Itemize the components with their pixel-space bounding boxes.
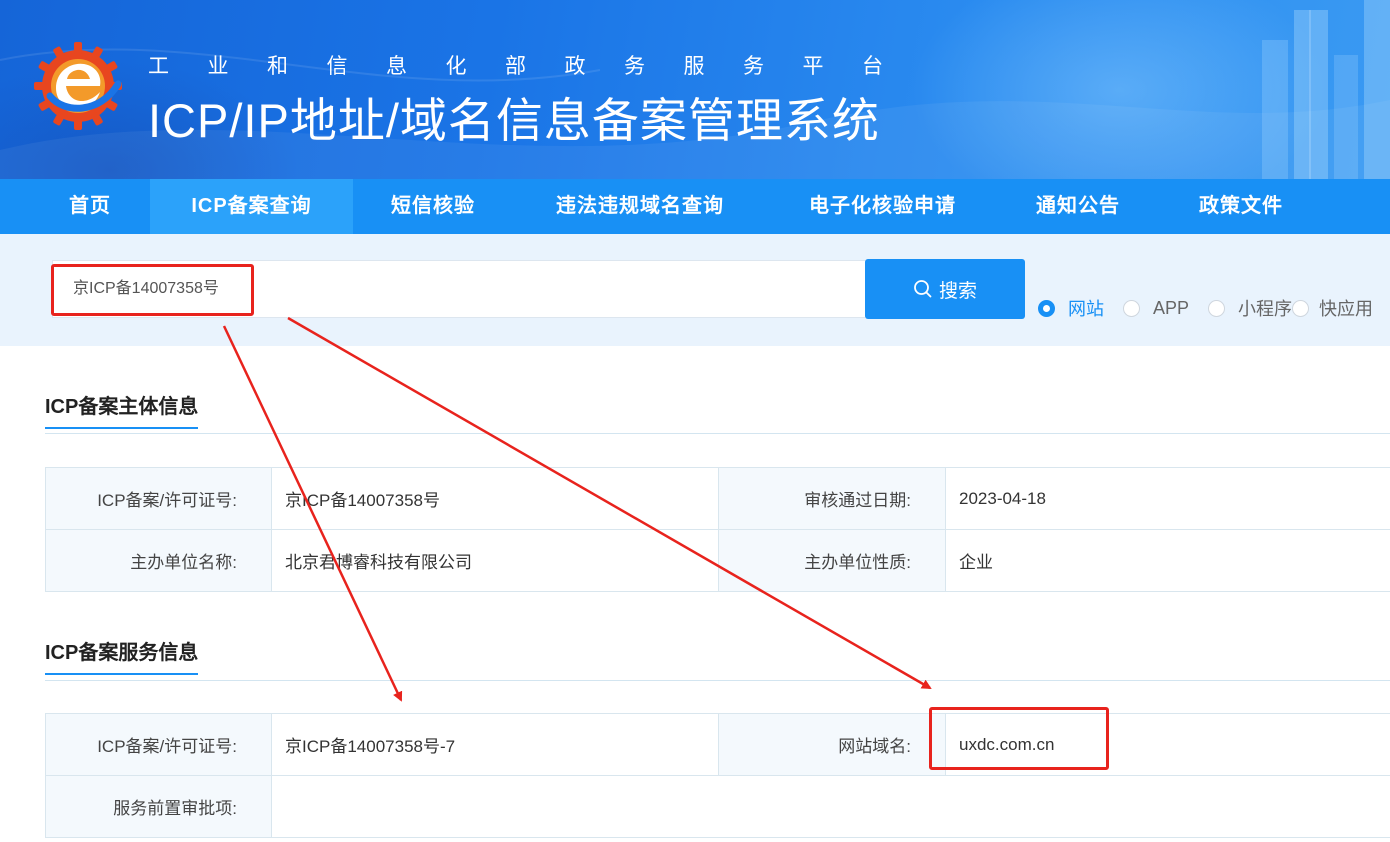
table-row: ICP备案/许可证号: 京ICP备14007358号 审核通过日期: 2023-…	[45, 467, 1390, 530]
approve-date-value: 2023-04-18	[945, 467, 1390, 530]
table-row: ICP备案/许可证号: 京ICP备14007358号-7 网站域名: uxdc.…	[45, 713, 1390, 776]
service-info-table: ICP备案/许可证号: 京ICP备14007358号-7 网站域名: uxdc.…	[45, 713, 1390, 838]
search-icon	[914, 280, 932, 298]
subject-info-title: ICP备案主体信息	[45, 390, 199, 429]
service-license-value: 京ICP备14007358号-7	[271, 713, 719, 776]
section-divider	[45, 680, 1390, 681]
radio-quick-app[interactable]: 快应用	[1292, 297, 1373, 319]
ministry-logo-icon	[34, 42, 122, 130]
header-banner: 工业和信息化部政务服务平台 ICP/IP地址/域名信息备案管理系统	[0, 0, 1390, 179]
platform-subtitle: 工业和信息化部政务服务平台	[148, 55, 922, 78]
system-title: ICP/IP地址/域名信息备案管理系统	[148, 94, 880, 147]
domain-label: 网站域名:	[718, 713, 946, 776]
section-divider	[45, 433, 1390, 434]
radio-unchecked-icon	[1292, 299, 1309, 317]
pre-approval-label: 服务前置审批项:	[45, 775, 272, 838]
nav-item-policy-files[interactable]: 政策文件	[1178, 179, 1304, 234]
license-label: ICP备案/许可证号:	[45, 467, 272, 530]
org-type-label: 主办单位性质:	[718, 529, 946, 592]
subject-info-table: ICP备案/许可证号: 京ICP备14007358号 审核通过日期: 2023-…	[45, 467, 1390, 592]
pre-approval-value	[271, 775, 1390, 838]
org-name-label: 主办单位名称:	[45, 529, 272, 592]
buildings-decoration	[1262, 0, 1390, 179]
org-name-value: 北京君博睿科技有限公司	[271, 529, 719, 592]
approve-date-label: 审核通过日期:	[718, 467, 946, 530]
service-info-title: ICP备案服务信息	[45, 636, 199, 675]
search-highlight-box	[51, 264, 254, 316]
radio-app[interactable]: APP	[1123, 297, 1189, 319]
nav-item-electronic-verify[interactable]: 电子化核验申请	[785, 179, 980, 234]
radio-unchecked-icon	[1123, 299, 1140, 317]
nav-item-illegal-domain-query[interactable]: 违法违规域名查询	[530, 179, 750, 234]
main-nav: 首页 ICP备案查询 短信核验 违法违规域名查询 电子化核验申请 通知公告 政策…	[0, 179, 1390, 234]
nav-item-sms-verify[interactable]: 短信核验	[370, 179, 496, 234]
radio-mini-program[interactable]: 小程序	[1208, 297, 1292, 319]
radio-quick-app-label: 快应用	[1319, 299, 1373, 319]
search-button-label: 搜索	[938, 280, 977, 302]
radio-unchecked-icon	[1208, 299, 1225, 317]
table-row: 主办单位名称: 北京君博睿科技有限公司 主办单位性质: 企业	[45, 529, 1390, 592]
radio-website[interactable]: 网站	[1038, 297, 1104, 319]
nav-item-notices[interactable]: 通知公告	[1015, 179, 1141, 234]
radio-checked-icon	[1038, 299, 1055, 317]
org-type-value: 企业	[945, 529, 1390, 592]
license-value: 京ICP备14007358号	[271, 467, 719, 530]
nav-item-home[interactable]: 首页	[40, 179, 140, 234]
radio-website-label: 网站	[1068, 299, 1104, 319]
radio-app-label: APP	[1153, 297, 1190, 318]
radio-mini-program-label: 小程序	[1238, 299, 1292, 319]
search-button[interactable]: 搜索	[865, 259, 1025, 319]
service-license-label: ICP备案/许可证号:	[45, 713, 272, 776]
table-row: 服务前置审批项:	[45, 775, 1390, 838]
domain-highlight-box	[929, 707, 1109, 770]
nav-item-icp-query[interactable]: ICP备案查询	[150, 179, 353, 234]
